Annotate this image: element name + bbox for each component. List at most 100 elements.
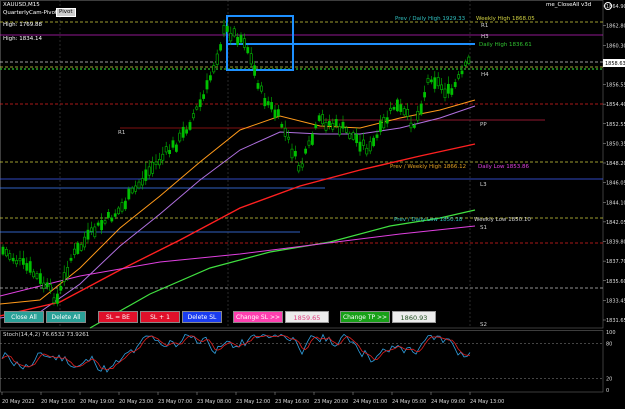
candle-body bbox=[331, 123, 335, 130]
candle-body bbox=[55, 293, 59, 304]
ea-right-title: me_CloseAll v3d bbox=[546, 2, 592, 8]
candle-body bbox=[69, 257, 73, 261]
candle-body bbox=[290, 148, 294, 159]
chart-window: Prev / Daily High 1929.33 Weekly High 186… bbox=[0, 0, 625, 409]
close-all-button[interactable]: Close All bbox=[4, 311, 44, 323]
candle-body bbox=[113, 213, 117, 217]
candle-body bbox=[375, 134, 379, 138]
candle-body bbox=[372, 137, 376, 147]
candle-body bbox=[283, 128, 287, 137]
label-daily-high: Daily High 1836.61 bbox=[479, 42, 532, 48]
price-tick-label: 1852.55 bbox=[606, 122, 625, 128]
candle-body bbox=[59, 285, 63, 291]
delete-sl-button[interactable]: Delete SL bbox=[182, 311, 222, 323]
candle-body bbox=[409, 122, 413, 129]
candle-body bbox=[446, 83, 450, 94]
candle-body bbox=[436, 77, 440, 87]
candle-body bbox=[134, 185, 138, 192]
label-h4: H4 bbox=[481, 72, 489, 78]
stoch-tick-label: 80 bbox=[606, 342, 612, 348]
candle-body bbox=[192, 113, 195, 119]
candle-body bbox=[161, 153, 165, 161]
price-tick-label: 1842.05 bbox=[606, 220, 625, 226]
candle-body bbox=[382, 116, 386, 129]
candle-body bbox=[164, 146, 168, 153]
candle-body bbox=[141, 178, 144, 186]
time-tick-label: 20 May 23:00 bbox=[119, 399, 153, 405]
candle-body bbox=[355, 134, 359, 144]
sl-be-button[interactable]: SL = BE bbox=[98, 311, 138, 323]
time-tick-label: 23 May 07:00 bbox=[158, 399, 192, 405]
candle-body bbox=[310, 133, 314, 145]
candle-body bbox=[327, 120, 331, 126]
label-prev-daily-low: Prev / Daily Low 1850.18 bbox=[394, 217, 463, 223]
candle-body bbox=[185, 129, 189, 134]
sl-value-field[interactable]: 1859.65 bbox=[285, 311, 329, 323]
candle-body bbox=[253, 65, 257, 76]
candle-body bbox=[256, 83, 260, 89]
candle-body bbox=[127, 188, 131, 200]
candle-body bbox=[151, 162, 155, 174]
label-daily-low: Daily Low 1853.86 bbox=[478, 164, 529, 170]
candle-body bbox=[38, 273, 42, 284]
candle-body bbox=[154, 161, 158, 166]
candle-body bbox=[412, 125, 416, 128]
candle-body bbox=[195, 106, 199, 110]
current-price-label: 1858.63 bbox=[605, 61, 625, 67]
candle-body bbox=[300, 163, 304, 168]
candle-body bbox=[137, 181, 141, 189]
candle-body bbox=[73, 248, 76, 255]
candle-body bbox=[457, 74, 461, 79]
candle-body bbox=[321, 114, 325, 125]
candle-body bbox=[5, 248, 8, 257]
candle-body bbox=[276, 109, 280, 117]
candle-body bbox=[385, 117, 389, 124]
label-r1b: R1 bbox=[118, 130, 125, 136]
sl-plus1-button[interactable]: SL + 1 bbox=[140, 311, 180, 323]
candle-body bbox=[249, 53, 253, 65]
candle-body bbox=[205, 80, 209, 90]
candle-body bbox=[392, 107, 396, 110]
price-tick-label: 1833.45 bbox=[606, 298, 625, 304]
candle-body bbox=[181, 126, 185, 138]
candle-body bbox=[21, 258, 25, 265]
ma-orange-line bbox=[0, 99, 476, 305]
price-tick-label: 1831.65 bbox=[606, 318, 625, 324]
change-tp-button[interactable]: Change TP >> bbox=[340, 311, 390, 323]
candle-body bbox=[236, 36, 240, 45]
time-tick-label: 24 May 01:00 bbox=[353, 399, 387, 405]
candle-body bbox=[15, 260, 19, 265]
ea-badge[interactable]: Pivot bbox=[56, 8, 76, 17]
candle-body bbox=[83, 236, 87, 248]
candle-body bbox=[402, 108, 406, 116]
candle-body bbox=[25, 263, 29, 271]
label-weekly-high: Weekly High 1868.05 bbox=[476, 16, 535, 22]
time-tick-label: 20 May 2022 bbox=[2, 399, 35, 405]
candle-body bbox=[338, 126, 342, 136]
candle-body bbox=[297, 165, 301, 172]
label-s1: S1 bbox=[480, 225, 487, 231]
candle-body bbox=[76, 242, 80, 254]
candle-body bbox=[130, 187, 134, 194]
stoch-frame bbox=[0, 330, 604, 393]
candle-body bbox=[358, 141, 362, 152]
label-l3: L3 bbox=[480, 182, 487, 188]
candle-body bbox=[263, 97, 267, 107]
candle-body bbox=[144, 169, 148, 181]
change-sl-button[interactable]: Change SL >> bbox=[233, 311, 283, 323]
delete-all-button[interactable]: Delete All bbox=[46, 311, 86, 323]
time-tick-label: 23 May 12:00 bbox=[236, 399, 270, 405]
candle-body bbox=[378, 120, 382, 133]
label-pp: PP bbox=[480, 122, 487, 128]
tp-value-field[interactable]: 1860.93 bbox=[392, 311, 436, 323]
high-readout-2: High: 1834.14 bbox=[3, 36, 42, 42]
candle-body bbox=[202, 94, 206, 99]
price-tick-label: 1856.55 bbox=[606, 83, 625, 89]
candle-body bbox=[317, 115, 321, 121]
candle-body bbox=[243, 38, 246, 48]
candle-body bbox=[11, 257, 15, 262]
candle-body bbox=[226, 26, 229, 32]
candle-body bbox=[52, 297, 56, 304]
candle-body bbox=[110, 217, 114, 222]
candle-body bbox=[287, 136, 291, 140]
